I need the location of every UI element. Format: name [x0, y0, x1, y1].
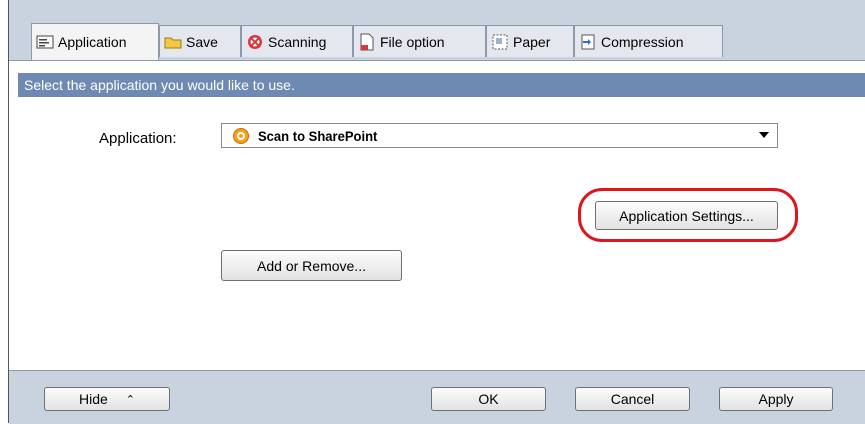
compression-icon	[579, 33, 597, 51]
file-option-icon	[358, 33, 376, 51]
apply-button[interactable]: Apply	[719, 387, 833, 411]
tab-strip: Application Save Scanning File option Pa…	[9, 0, 865, 60]
tab-paper[interactable]: Paper	[486, 25, 574, 57]
chevron-down-icon[interactable]	[759, 132, 769, 138]
tab-label: Save	[186, 33, 218, 50]
application-selected-value: Scan to SharePoint	[258, 127, 378, 144]
tab-label: Scanning	[268, 33, 327, 50]
tab-scanning[interactable]: Scanning	[241, 25, 353, 57]
tab-label: Paper	[513, 33, 551, 50]
application-panel: Select the application you would like to…	[9, 60, 865, 371]
dialog-footer: Hide ⌃ OK Cancel Apply	[9, 370, 865, 424]
application-dropdown[interactable]: Scan to SharePoint	[221, 123, 778, 148]
scanner-settings-window: Application Save Scanning File option Pa…	[8, 0, 865, 424]
application-label: Application:	[99, 130, 177, 147]
cancel-button[interactable]: Cancel	[575, 387, 690, 411]
highlight-circle	[578, 188, 798, 242]
ok-button[interactable]: OK	[431, 387, 546, 411]
tab-application[interactable]: Application	[31, 23, 159, 60]
hide-button[interactable]: Hide ⌃	[44, 387, 170, 411]
tab-label: File option	[380, 33, 445, 50]
scanning-icon	[246, 33, 264, 51]
tab-label: Compression	[601, 33, 684, 50]
paper-icon	[491, 33, 509, 51]
tab-save[interactable]: Save	[159, 25, 241, 57]
tab-label: Application	[58, 34, 127, 50]
chevron-up-icon: ⌃	[125, 393, 135, 406]
hide-button-label: Hide	[78, 391, 108, 407]
instruction-bar: Select the application you would like to…	[18, 73, 865, 97]
sharepoint-app-icon	[233, 127, 249, 144]
tab-compression[interactable]: Compression	[574, 25, 723, 57]
tab-file-option[interactable]: File option	[353, 25, 486, 57]
add-or-remove-button[interactable]: Add or Remove...	[221, 250, 402, 281]
application-tab-icon	[36, 33, 54, 51]
folder-icon	[164, 33, 182, 51]
